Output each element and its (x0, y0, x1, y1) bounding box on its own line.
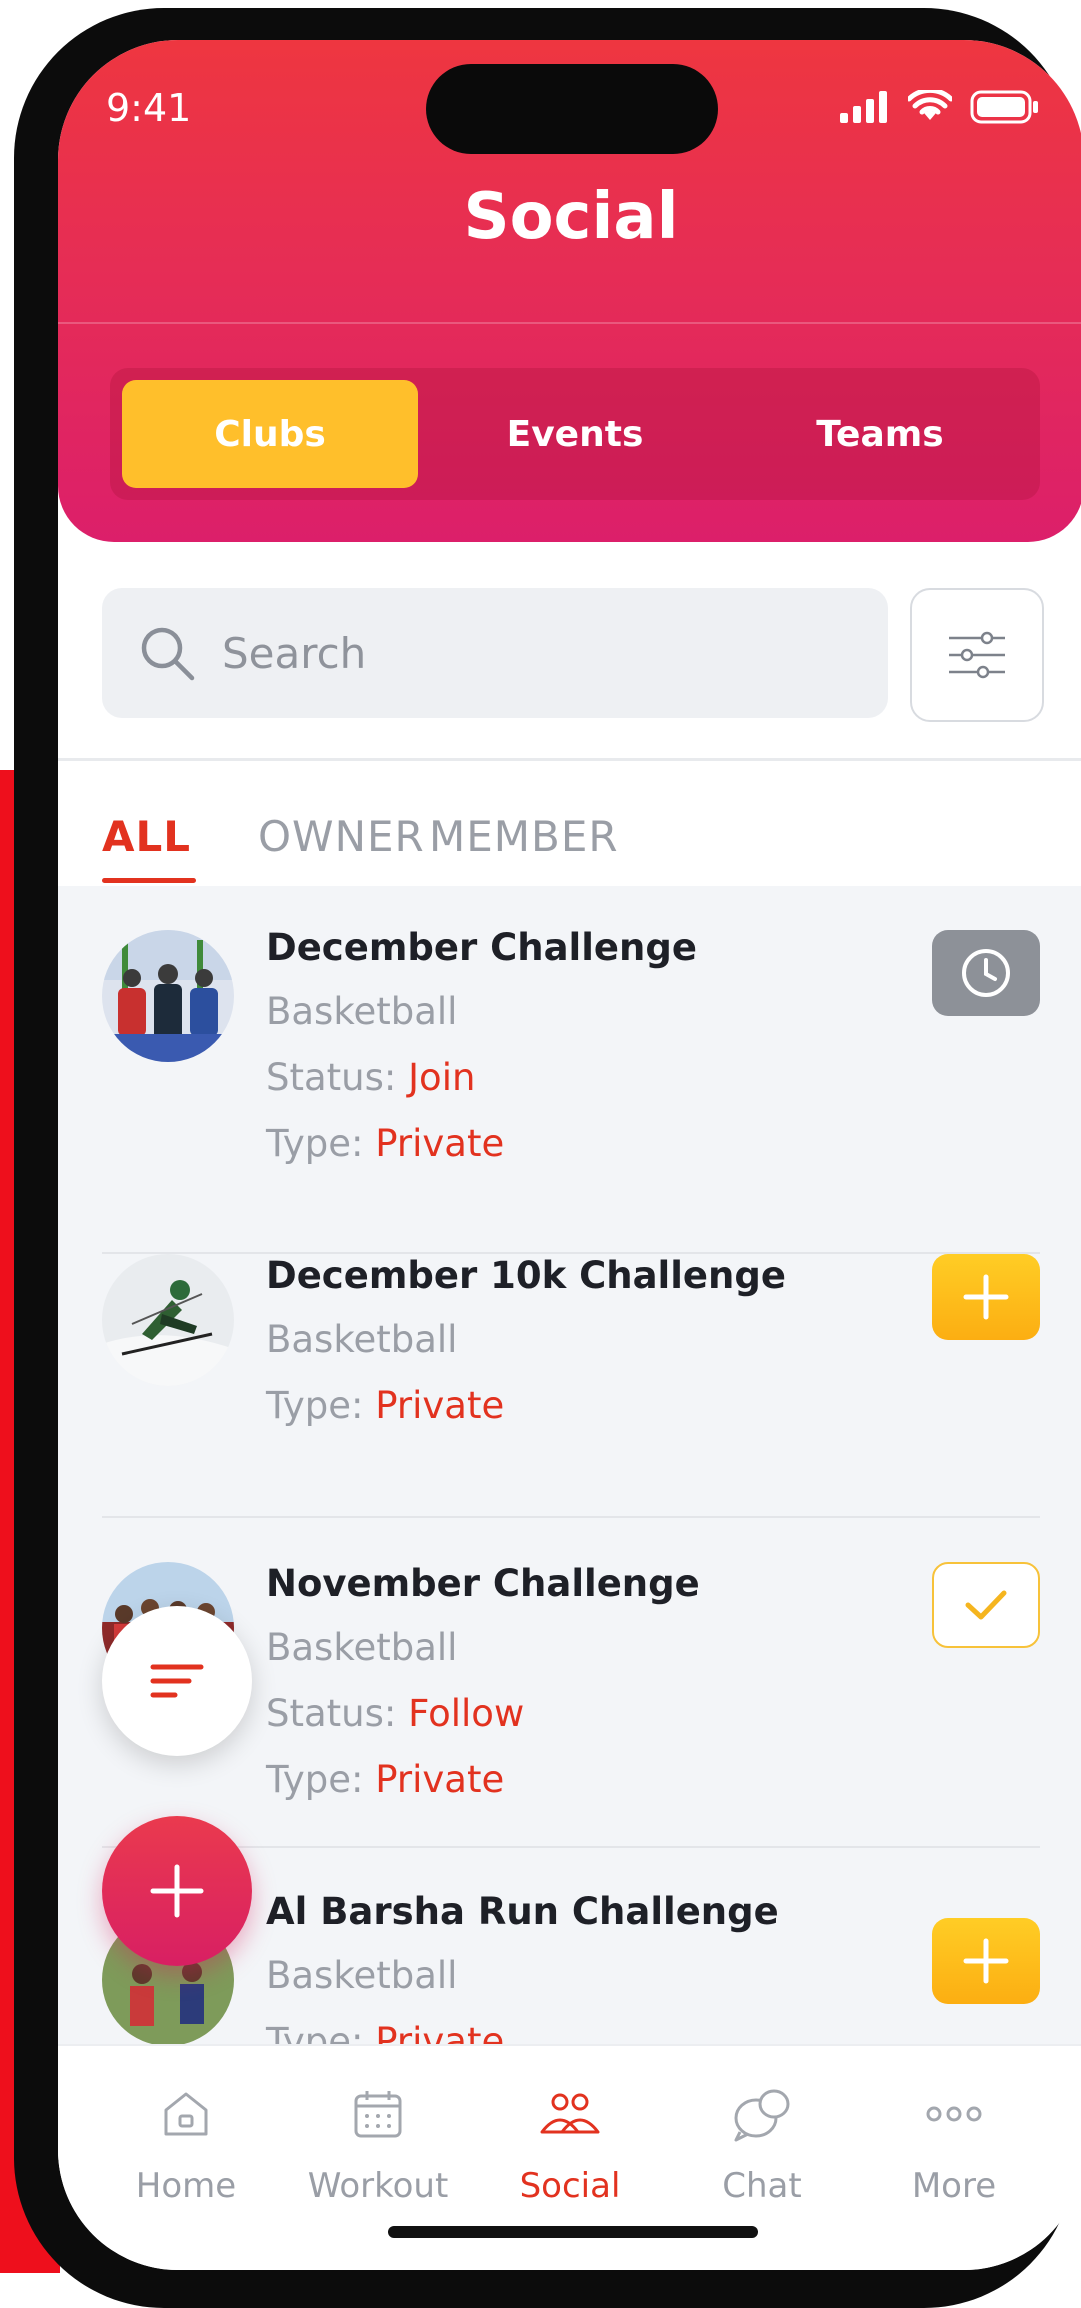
item-title: Al Barsha Run Challenge (266, 1890, 779, 1933)
subtab-all[interactable]: ALL (102, 812, 191, 861)
search-box (102, 588, 888, 718)
nav-more[interactable]: More (864, 2086, 1044, 2206)
plus-icon (963, 1938, 1009, 1984)
type-value: Private (375, 1384, 505, 1427)
home-indicator (388, 2226, 758, 2238)
add-fab-button[interactable] (102, 1816, 252, 1966)
subtab-owner[interactable]: OWNER (258, 812, 425, 861)
segment-clubs[interactable]: Clubs (122, 380, 418, 488)
item-type: Type: Private (266, 1122, 504, 1165)
type-label: Type: (266, 2020, 364, 2044)
more-icon (926, 2106, 982, 2122)
status-label: Status: (266, 1692, 397, 1735)
app-header: 9:41 Social Clubs Events Teams (58, 40, 1081, 542)
status-value: Follow (408, 1692, 525, 1735)
plus-icon (150, 1864, 204, 1918)
people-icon (540, 2093, 600, 2134)
search-input[interactable] (220, 627, 864, 679)
item-sport: Basketball (266, 1318, 458, 1361)
avatar (102, 930, 234, 1062)
type-label: Type: (266, 1122, 364, 1165)
status-time: 9:41 (106, 86, 192, 130)
row-divider (102, 1846, 1040, 1848)
type-value: Private (375, 1758, 505, 1801)
segment-teams[interactable]: Teams (732, 380, 1028, 488)
status-icons (840, 90, 1040, 124)
nav-label: Workout (307, 2166, 449, 2206)
plus-icon (963, 1274, 1009, 1320)
row-divider (102, 1516, 1040, 1518)
segment-events[interactable]: Events (427, 380, 723, 488)
nav-label: More (911, 2166, 997, 2206)
item-type: Type: Private (266, 1758, 504, 1801)
subtab-member[interactable]: MEMBER (429, 812, 619, 861)
dynamic-island (426, 64, 718, 154)
segmented-control: Clubs Events Teams (110, 368, 1040, 500)
item-type: Type: Private (266, 1384, 504, 1427)
calendar-icon (354, 2091, 402, 2138)
check-icon (965, 1590, 1007, 1620)
sliders-icon (949, 631, 1005, 679)
clock-icon (962, 949, 1010, 997)
join-button[interactable] (932, 1918, 1040, 2004)
status-value: Join (408, 1056, 476, 1099)
page-title: Social (463, 180, 679, 254)
item-type: Type: Private (266, 2020, 504, 2044)
item-title: November Challenge (266, 1562, 700, 1605)
item-title: December 10k Challenge (266, 1254, 786, 1297)
avatar (102, 1254, 234, 1386)
type-value: Private (375, 1122, 505, 1165)
chat-icon (734, 2089, 790, 2142)
home-icon (164, 2092, 208, 2136)
type-label: Type: (266, 1758, 364, 1801)
type-label: Type: (266, 1384, 364, 1427)
header-divider (58, 322, 1081, 324)
item-sport: Basketball (266, 1954, 458, 1997)
nav-label: Social (519, 2166, 621, 2206)
item-sport: Basketball (266, 1626, 458, 1669)
nav-chat[interactable]: Chat (672, 2086, 852, 2206)
nav-label: Chat (722, 2166, 802, 2206)
sort-fab-button[interactable] (102, 1606, 252, 1756)
search-icon (141, 627, 195, 681)
signal-icon (840, 91, 887, 123)
subtab-underline (102, 878, 196, 883)
wifi-icon (908, 90, 952, 120)
nav-workout[interactable]: Workout (288, 2086, 468, 2206)
item-status: Status: Follow (266, 1692, 524, 1735)
phone-frame: 9:41 Social Clubs Events Teams Search AL… (14, 8, 1081, 2308)
joined-button[interactable] (932, 1562, 1040, 1648)
sort-icon (150, 1664, 204, 1698)
pending-button[interactable] (932, 930, 1040, 1016)
item-title: December Challenge (266, 926, 697, 969)
battery-icon (970, 90, 1038, 124)
phone-screen: 9:41 Social Clubs Events Teams Search AL… (58, 40, 1081, 2270)
filter-button[interactable] (910, 588, 1044, 722)
type-value: Private (375, 2020, 505, 2044)
nav-label: Home (135, 2166, 237, 2206)
nav-home[interactable]: Home (96, 2086, 276, 2206)
section-divider (58, 758, 1081, 761)
join-button[interactable] (932, 1254, 1040, 1340)
status-label: Status: (266, 1056, 397, 1099)
nav-social[interactable]: Social (480, 2086, 660, 2206)
item-sport: Basketball (266, 990, 458, 1033)
item-status: Status: Join (266, 1056, 475, 1099)
